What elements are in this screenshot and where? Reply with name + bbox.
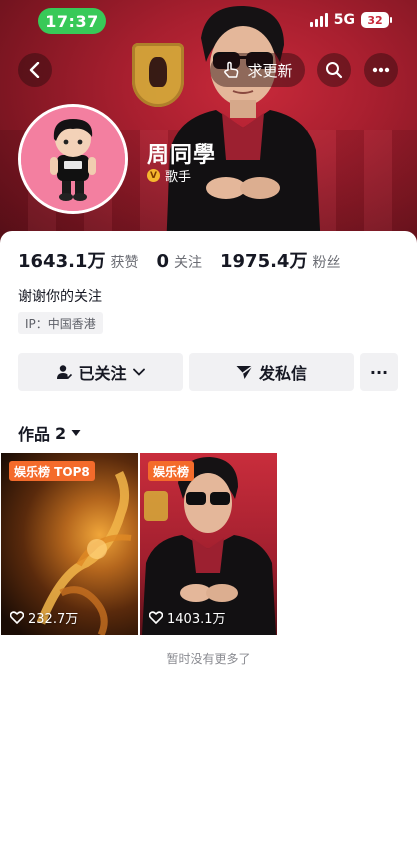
stat-followers-label: 粉丝: [312, 255, 341, 271]
tab-works[interactable]: 作品 2: [18, 421, 81, 445]
search-button[interactable]: [317, 53, 351, 87]
avatar[interactable]: [18, 104, 128, 214]
following-button-label: 已关注: [78, 364, 127, 383]
profile-name: 周同學: [147, 143, 217, 168]
tab-works-label: 作品: [18, 425, 51, 444]
stat-likes-label: 获赞: [110, 255, 139, 271]
more-actions-dots-icon: ···: [369, 362, 389, 382]
hand-pointer-icon: [224, 61, 239, 78]
verified-badge-icon: V: [147, 169, 160, 182]
following-button[interactable]: 已关注: [18, 353, 183, 391]
stat-followers[interactable]: 1975.4万 粉丝: [220, 247, 340, 273]
battery-icon: 32: [361, 12, 392, 28]
works-grid: 娱乐榜 TOP8 232.7万 娱乐榜 1403.1万: [0, 453, 417, 635]
profile-action-row: 已关注 发私信 ···: [18, 353, 398, 391]
video-ranking-tag: 娱乐榜: [148, 461, 195, 481]
more-options-button[interactable]: [364, 53, 398, 87]
video-ranking-tag: 娱乐榜 TOP8: [9, 461, 95, 481]
more-actions-button[interactable]: ···: [360, 353, 398, 391]
stat-likes-value: 1643.1万: [18, 251, 106, 272]
signal-icon: [309, 13, 328, 27]
paper-plane-icon: [236, 364, 253, 379]
search-icon: [326, 62, 343, 79]
video-likes: 1403.1万: [149, 608, 226, 627]
chevron-down-icon: [132, 368, 145, 376]
video-thumbnail[interactable]: 娱乐榜 1403.1万: [140, 453, 277, 635]
profile-content-card: 1643.1万 获赞 0 关注 1975.4万 粉丝 谢谢你的关注 IP：中国香…: [0, 231, 417, 847]
profile-header-banner: 17:37 5G 32 求更新 周同學 V 歌手: [0, 0, 417, 250]
profile-stats: 1643.1万 获赞 0 关注 1975.4万 粉丝: [18, 247, 358, 273]
stat-followers-value: 1975.4万: [220, 251, 308, 272]
send-message-button[interactable]: 发私信: [189, 353, 354, 391]
chevron-left-icon: [29, 62, 40, 78]
ip-location-tag: IP：中国香港: [18, 312, 103, 334]
request-update-label: 求更新: [247, 61, 293, 80]
status-indicators: 5G 32: [309, 12, 392, 28]
request-update-button[interactable]: 求更新: [210, 53, 305, 87]
video-likes-count: 232.7万: [28, 612, 79, 627]
back-button[interactable]: [18, 53, 52, 87]
video-thumbnail[interactable]: 娱乐榜 TOP8 232.7万: [1, 453, 138, 635]
tab-works-count: 2: [55, 423, 67, 443]
stat-following-label: 关注: [174, 255, 202, 271]
status-time: 17:37: [38, 8, 106, 34]
stat-following[interactable]: 0 关注: [156, 251, 202, 272]
video-likes: 232.7万: [10, 608, 78, 627]
caret-down-icon: [71, 430, 81, 436]
verified-title: V 歌手: [147, 166, 191, 185]
video-likes-count: 1403.1万: [167, 612, 226, 627]
more-dots-icon: [372, 67, 390, 73]
no-more-content-text: 暂时没有更多了: [166, 652, 251, 666]
network-type: 5G: [333, 12, 355, 28]
send-message-label: 发私信: [258, 364, 307, 383]
stat-following-value: 0: [156, 251, 169, 272]
heart-icon: [10, 611, 24, 624]
stat-likes: 1643.1万 获赞: [18, 247, 138, 273]
verified-title-label: 歌手: [165, 170, 192, 185]
profile-signature: 谢谢你的关注: [18, 289, 102, 305]
avatar-cartoon-image: [21, 107, 125, 211]
user-check-icon: [57, 365, 73, 380]
banner-person-image: [166, 5, 321, 250]
heart-icon: [149, 611, 163, 624]
